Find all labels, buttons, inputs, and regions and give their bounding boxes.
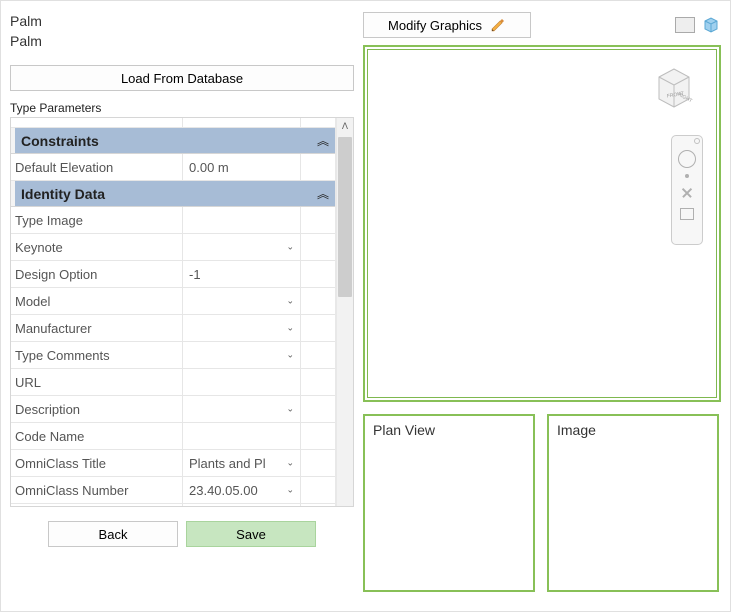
navigation-bar[interactable] bbox=[671, 135, 703, 245]
view-3d-icon[interactable] bbox=[701, 15, 721, 35]
param-row[interactable]: Manufacturer ⌄ bbox=[11, 315, 335, 342]
plan-view-label: Plan View bbox=[373, 422, 435, 438]
chevron-down-icon[interactable]: ⌄ bbox=[286, 350, 294, 361]
view-cube-icon[interactable]: FRONT RIGHT bbox=[647, 59, 701, 113]
param-name: Type Image bbox=[11, 207, 183, 233]
type-name-title: Palm bbox=[10, 31, 354, 51]
param-row[interactable]: Keynote ⌄ bbox=[11, 234, 335, 261]
image-panel-label: Image bbox=[557, 422, 596, 438]
chevron-down-icon[interactable]: ⌄ bbox=[286, 458, 294, 469]
chevron-down-icon[interactable]: ⌄ bbox=[286, 404, 294, 415]
orbit-icon[interactable] bbox=[678, 150, 696, 168]
chevron-down-icon[interactable]: ⌄ bbox=[286, 242, 294, 253]
save-button[interactable]: Save bbox=[186, 521, 316, 547]
param-name: Keynote bbox=[11, 234, 183, 260]
view-2d-icon[interactable] bbox=[675, 17, 695, 33]
view-mode-toggle bbox=[675, 15, 721, 35]
param-value[interactable]: ⌄ bbox=[183, 288, 300, 314]
param-value[interactable] bbox=[183, 369, 300, 395]
type-parameters-grid: Constraints ︽ Default Elevation 0.00 m I… bbox=[10, 117, 354, 507]
param-row[interactable]: Design Option -1 bbox=[11, 261, 335, 288]
param-value[interactable]: -1 bbox=[183, 261, 300, 287]
modify-graphics-button[interactable]: Modify Graphics bbox=[363, 12, 531, 38]
type-parameters-label: Type Parameters bbox=[10, 101, 354, 115]
param-row[interactable]: URL bbox=[11, 369, 335, 396]
param-row[interactable]: Default Elevation 0.00 m bbox=[11, 154, 335, 181]
home-icon[interactable] bbox=[680, 208, 694, 220]
chevron-double-up-icon: ︽ bbox=[317, 132, 327, 149]
scrollbar[interactable]: ᐱ bbox=[336, 118, 353, 506]
param-value[interactable]: Plants and Pl⌄ bbox=[183, 450, 300, 476]
separator-dot-icon bbox=[685, 174, 689, 178]
back-button[interactable]: Back bbox=[48, 521, 178, 547]
param-value[interactable]: ⌄ bbox=[183, 315, 300, 341]
image-panel[interactable]: Image bbox=[547, 414, 719, 592]
param-value[interactable]: ⌄ bbox=[183, 342, 300, 368]
param-name: Design Option bbox=[11, 261, 183, 287]
param-name: Model bbox=[11, 288, 183, 314]
param-name: URL bbox=[11, 369, 183, 395]
group-header-constraints[interactable]: Constraints ︽ bbox=[11, 128, 335, 154]
family-name-title: Palm bbox=[10, 11, 354, 31]
chevron-double-up-icon: ︽ bbox=[317, 185, 327, 202]
param-row-cut bbox=[11, 504, 335, 506]
plan-view-panel[interactable]: Plan View bbox=[363, 414, 535, 592]
param-row[interactable]: OmniClass Number 23.40.05.00⌄ bbox=[11, 477, 335, 504]
chevron-down-icon[interactable]: ⌄ bbox=[286, 296, 294, 307]
chevron-down-icon[interactable]: ⌄ bbox=[286, 323, 294, 334]
param-value[interactable]: 23.40.05.00⌄ bbox=[183, 477, 300, 503]
param-value[interactable] bbox=[183, 207, 300, 233]
scroll-thumb[interactable] bbox=[338, 137, 352, 297]
scroll-up-icon[interactable]: ᐱ bbox=[337, 118, 354, 135]
param-row[interactable]: Code Name bbox=[11, 423, 335, 450]
group-label: Constraints bbox=[21, 133, 99, 149]
param-row[interactable]: Type Image bbox=[11, 207, 335, 234]
param-name: Default Elevation bbox=[11, 154, 183, 180]
param-name: Code Name bbox=[11, 423, 183, 449]
viewport-3d[interactable]: FRONT RIGHT bbox=[363, 45, 721, 402]
param-row[interactable]: Type Comments ⌄ bbox=[11, 342, 335, 369]
close-icon[interactable] bbox=[694, 138, 700, 144]
load-from-database-button[interactable]: Load From Database bbox=[10, 65, 354, 91]
param-row[interactable]: Description ⌄ bbox=[11, 396, 335, 423]
group-header-identity[interactable]: Identity Data ︽ bbox=[11, 181, 335, 207]
param-name: Description bbox=[11, 396, 183, 422]
param-name: OmniClass Number bbox=[11, 477, 183, 503]
param-name: OmniClass Title bbox=[11, 450, 183, 476]
param-value[interactable]: 0.00 m bbox=[183, 154, 300, 180]
param-name: Manufacturer bbox=[11, 315, 183, 341]
param-value[interactable]: ⌄ bbox=[183, 396, 300, 422]
param-row[interactable]: OmniClass Title Plants and Pl⌄ bbox=[11, 450, 335, 477]
pan-icon[interactable] bbox=[678, 184, 696, 202]
chevron-down-icon[interactable]: ⌄ bbox=[286, 485, 294, 496]
pencil-icon bbox=[490, 17, 506, 33]
modify-graphics-label: Modify Graphics bbox=[388, 18, 482, 33]
param-row[interactable]: Model ⌄ bbox=[11, 288, 335, 315]
param-name: Type Comments bbox=[11, 342, 183, 368]
param-value[interactable]: ⌄ bbox=[183, 234, 300, 260]
param-value[interactable] bbox=[183, 423, 300, 449]
group-label: Identity Data bbox=[21, 186, 105, 202]
